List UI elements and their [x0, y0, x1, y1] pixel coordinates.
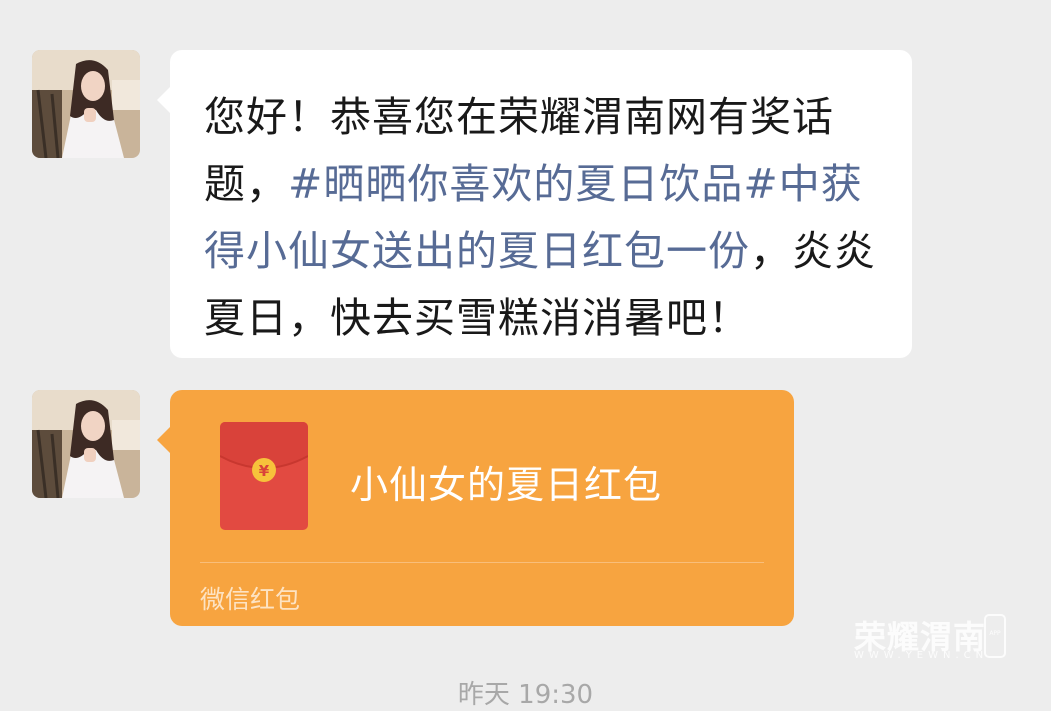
text-message-bubble[interactable]: 您好！恭喜您在荣耀渭南网有奖话题，#晒晒你喜欢的夏日饮品#中获得小仙女送出的夏日… [157, 50, 912, 358]
brand-watermark: 荣耀渭南 WWW.YEWN.CN APP [850, 612, 1015, 664]
watermark-badge: APP [989, 630, 1001, 637]
red-packet-divider [200, 562, 764, 563]
coin-symbol: ¥ [259, 462, 270, 480]
avatar-photo [32, 50, 140, 158]
phone-icon: APP [984, 614, 1006, 658]
red-packet-message[interactable]: ¥ 小仙女的夏日红包 微信红包 [157, 390, 794, 626]
watermark-url: WWW.YEWN.CN [854, 650, 989, 661]
red-envelope-icon: ¥ [220, 422, 308, 530]
message-timestamp: 昨天 19:30 [457, 680, 594, 710]
avatar-photo [32, 390, 140, 498]
sender-avatar[interactable] [32, 50, 140, 158]
message-text: 您好！恭喜您在荣耀渭南网有奖话题，#晒晒你喜欢的夏日饮品#中获得小仙女送出的夏日… [204, 84, 882, 352]
red-packet-source-label: 微信红包 [200, 585, 301, 614]
red-packet-title: 小仙女的夏日红包 [350, 463, 663, 507]
sender-avatar[interactable] [32, 390, 140, 498]
